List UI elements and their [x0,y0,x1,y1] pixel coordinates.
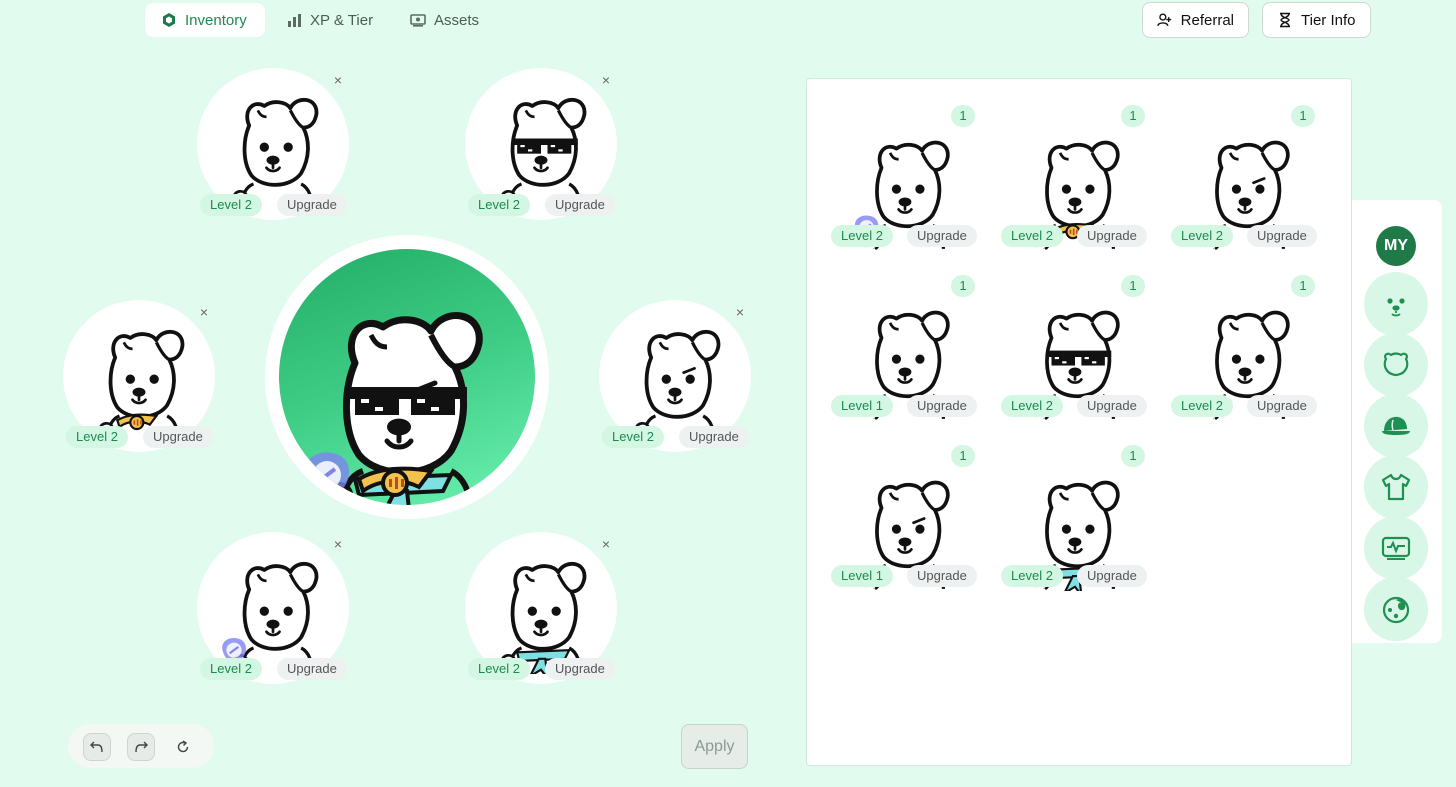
inventory-item[interactable]: 1 Level 1 Upgrade [829,441,979,601]
remove-slot-button[interactable]: × [331,73,345,87]
upgrade-button[interactable]: Upgrade [1077,225,1147,247]
upgrade-button[interactable]: Upgrade [277,194,347,216]
reset-button[interactable] [169,733,197,761]
item-count-badge: 1 [1121,445,1145,467]
inventory-item[interactable]: 1 Level 2 Upgrade [999,271,1149,431]
tier-info-button[interactable]: Tier Info [1262,2,1371,38]
level-badge: Level 2 [66,426,128,448]
redo-button[interactable] [127,733,155,761]
category-head-button[interactable] [1364,333,1428,397]
inventory-item[interactable]: 1 Level 2 Upgrade [1169,101,1319,261]
level-badge: Level 2 [602,426,664,448]
category-my-button[interactable]: MY [1376,226,1416,266]
add-user-icon [1157,13,1172,27]
level-badge: Level 2 [1001,225,1063,247]
head-icon [1383,352,1409,377]
inventory-panel: 1 Level 2 Upgrade 1 Level 2 Upgrade 1 Le… [806,78,1352,766]
level-badge: Level 1 [831,395,893,417]
avatar-preview [265,235,549,519]
level-badge: Level 2 [200,658,262,680]
category-shirt-button[interactable] [1364,455,1428,519]
level-badge: Level 2 [468,658,530,680]
upgrade-button[interactable]: Upgrade [1247,225,1317,247]
category-rail: MY [1352,200,1442,643]
dog-avatar-icon [632,329,721,442]
upgrade-button[interactable]: Upgrade [907,225,977,247]
upgrade-button[interactable]: Upgrade [1247,395,1317,417]
tab-assets[interactable]: Assets [394,3,495,37]
inventory-item[interactable]: 1 Level 2 Upgrade [999,441,1149,601]
dog-avatar-icon [230,97,319,210]
item-count-badge: 1 [951,445,975,467]
remove-slot-button[interactable]: × [599,537,613,551]
upgrade-button[interactable]: Upgrade [907,565,977,587]
redo-icon [135,741,148,753]
item-count-badge: 1 [951,105,975,127]
fur-icon [1382,596,1410,624]
level-badge: Level 2 [1171,395,1233,417]
level-badge: Level 2 [1001,565,1063,587]
level-badge: Level 2 [468,194,530,216]
upgrade-button[interactable]: Upgrade [277,658,347,680]
level-badge: Level 2 [1001,395,1063,417]
item-count-badge: 1 [951,275,975,297]
dog-avatar-icon [96,329,185,442]
hexagon-icon [163,13,175,27]
tab-xp-tier[interactable]: XP & Tier [270,3,389,37]
referral-label: Referral [1180,11,1234,29]
upgrade-button[interactable]: Upgrade [545,658,615,680]
level-badge: Level 2 [1171,225,1233,247]
dog-avatar-icon [498,97,587,210]
inventory-item[interactable]: 1 Level 2 Upgrade [999,101,1149,261]
item-count-badge: 1 [1121,275,1145,297]
undo-button[interactable] [83,733,111,761]
tab-label: Inventory [185,11,247,29]
remove-slot-button[interactable]: × [599,73,613,87]
bar-chart-icon [288,14,301,27]
history-controls [68,724,214,768]
upgrade-button[interactable]: Upgrade [679,426,749,448]
upgrade-button[interactable]: Upgrade [1077,395,1147,417]
face-icon [1387,298,1405,317]
category-screen-button[interactable] [1364,516,1428,580]
dog-avatar-icon [221,561,319,674]
item-count-badge: 1 [1291,275,1315,297]
category-face-button[interactable] [1364,272,1428,336]
level-badge: Level 2 [200,194,262,216]
refresh-icon [177,740,189,753]
level-badge: Level 1 [831,565,893,587]
category-fur-button[interactable] [1364,577,1428,641]
undo-icon [90,741,103,753]
remove-slot-button[interactable]: × [331,537,345,551]
remove-slot-button[interactable]: × [733,305,747,319]
upgrade-button[interactable]: Upgrade [143,426,213,448]
tab-label: XP & Tier [310,11,374,29]
remove-slot-button[interactable]: × [197,305,211,319]
tab-label: Assets [434,11,480,29]
item-count-badge: 1 [1121,105,1145,127]
inventory-item[interactable]: 1 Level 2 Upgrade [829,101,979,261]
level-badge: Level 2 [831,225,893,247]
inventory-item[interactable]: 1 Level 2 Upgrade [1169,271,1319,431]
dog-avatar-icon [303,279,499,505]
category-cap-button[interactable] [1364,394,1428,458]
tab-inventory[interactable]: Inventory [145,3,265,37]
inventory-item[interactable]: 1 Level 1 Upgrade [829,271,979,431]
cap-icon [1382,416,1410,435]
upgrade-button[interactable]: Upgrade [907,395,977,417]
shirt-icon [1381,473,1411,501]
wallet-icon [410,14,426,27]
hourglass-icon [1280,12,1290,28]
upgrade-button[interactable]: Upgrade [545,194,615,216]
item-count-badge: 1 [1291,105,1315,127]
upgrade-button[interactable]: Upgrade [1077,565,1147,587]
referral-button[interactable]: Referral [1142,2,1249,38]
tier-info-label: Tier Info [1301,11,1356,29]
screen-icon [1381,536,1411,560]
avatar-preview-background [279,249,535,505]
dog-avatar-icon [498,561,587,674]
apply-button[interactable]: Apply [681,724,748,769]
